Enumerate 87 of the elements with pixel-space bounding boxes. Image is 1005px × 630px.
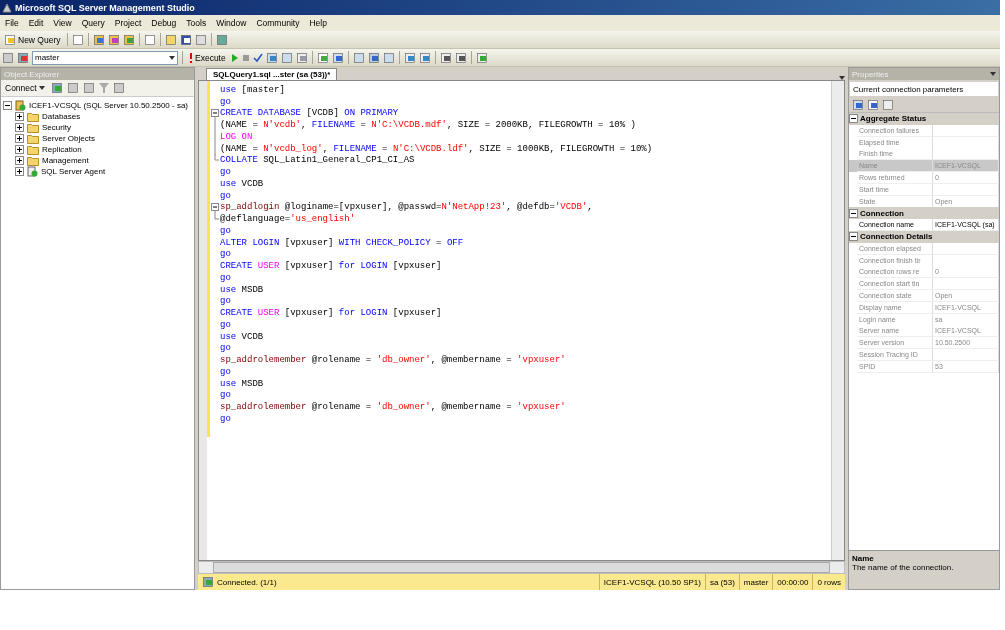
menu-item[interactable]: Query: [76, 18, 110, 28]
menu-item[interactable]: View: [48, 18, 77, 28]
section-title: Connection Details: [860, 232, 933, 242]
description-text: The name of the connection.: [852, 563, 955, 572]
menu-item[interactable]: File: [0, 18, 24, 28]
vertical-scrollbar[interactable]: [831, 81, 844, 560]
tree-item[interactable]: ICEF1-VCSQL (SQL Server 10.50.2500 - sa): [29, 101, 189, 110]
status-cell: ICEF1-VCSQL (10.50 SP1): [598, 574, 705, 590]
tree-item[interactable]: Databases: [42, 112, 81, 121]
execute-button[interactable]: Execute: [187, 50, 228, 65]
agent-icon: [27, 166, 38, 177]
code-line: go: [220, 272, 231, 283]
code-line: LOG ON: [220, 131, 253, 142]
code-line: @deflanguage='us_english': [220, 214, 356, 225]
code-line: go: [220, 190, 231, 201]
database-dropdown[interactable]: master: [32, 50, 178, 65]
tree-item[interactable]: Management: [42, 156, 89, 165]
expand-icon[interactable]: [15, 134, 24, 143]
code-line: use VCDB: [220, 178, 264, 189]
collapse-icon[interactable]: [849, 114, 858, 124]
collapse-icon[interactable]: [849, 208, 858, 218]
code-line: use [master]: [220, 84, 285, 95]
code-line: use MSDB: [220, 284, 264, 295]
tree-item[interactable]: Replication: [42, 145, 82, 154]
status-cell: 0 rows: [812, 574, 845, 590]
status-cell: 00:00:00: [772, 574, 813, 590]
check-icon[interactable]: [252, 52, 263, 63]
menu-item[interactable]: Help: [304, 18, 332, 28]
expand-icon[interactable]: [15, 167, 24, 176]
code-line: (NAME = N'vcdb', FILENAME = N'C:\VCDB.mdf', SIZE = 2000KB, FILEGROWTH = 10% ): [220, 120, 636, 131]
expand-icon[interactable]: [15, 112, 24, 121]
tree-item[interactable]: SQL Server Agent: [41, 167, 106, 176]
section-title: Aggregate Status: [860, 114, 927, 124]
panel-title: Object Explorer: [4, 69, 60, 79]
code-line: (NAME = N'vcdb_log', FILENAME = N'C:\VCDB.ldf', SIZE = 1000KB, FILEGROWTH = 10%): [220, 143, 653, 154]
caret-icon: [990, 72, 996, 76]
menu-item[interactable]: Community: [251, 18, 305, 28]
code-line: go: [220, 296, 231, 307]
code-line: go: [220, 413, 231, 424]
status-message: Connected. (1/1): [217, 577, 277, 587]
code-line: go: [220, 366, 231, 377]
code-line: go: [220, 96, 231, 107]
code-line: go: [220, 343, 231, 354]
tree-item[interactable]: Server Objects: [42, 134, 95, 143]
code-line: use MSDB: [220, 378, 264, 389]
collapse-icon[interactable]: [3, 101, 12, 110]
tree-item[interactable]: Security: [42, 123, 71, 132]
horizontal-scrollbar[interactable]: [198, 561, 845, 574]
panel-title: Properties: [852, 69, 889, 79]
menu-item[interactable]: Tools: [181, 18, 212, 28]
object-dropdown[interactable]: Current connection parameters: [850, 82, 998, 96]
menu-item[interactable]: Edit: [23, 18, 49, 28]
status-cell: sa (53): [704, 574, 739, 590]
document-tab[interactable]: SQLQuery1.sql ...ster (sa (53))*: [206, 68, 338, 80]
menu-item[interactable]: Project: [109, 18, 147, 28]
exclamation-icon: [189, 52, 193, 63]
expand-icon[interactable]: [15, 156, 24, 165]
code-line: go: [220, 390, 231, 401]
collapse-icon[interactable]: [849, 232, 858, 242]
code-line: go: [220, 249, 231, 260]
server-icon: [15, 100, 26, 111]
app-icon: [2, 2, 12, 13]
code-line: sp_addrolemember @rolename = 'db_owner', @membername = 'vpxuser': [220, 402, 566, 413]
expand-icon[interactable]: [15, 123, 24, 132]
code-line: CREATE DATABASE [VCDB] ON PRIMARY: [220, 108, 399, 119]
code-line: use VCDB: [220, 331, 264, 342]
code-line: COLLATE SQL_Latin1_General_CP1_CI_AS: [220, 155, 415, 166]
menu-item[interactable]: Window: [211, 18, 252, 28]
expand-icon[interactable]: [15, 145, 24, 154]
window-title: Microsoft SQL Server Management Studio: [15, 2, 195, 13]
caret-icon: [169, 55, 175, 60]
section-title: Connection: [860, 208, 904, 218]
filter-icon[interactable]: [98, 83, 109, 93]
menu-item[interactable]: Debug: [146, 18, 182, 28]
code-line: sp_addrolemember @rolename = 'db_owner', @membername = 'vpxuser': [220, 355, 566, 366]
code-line: CREATE USER [vpxuser] for LOGIN [vpxuser]: [220, 261, 442, 272]
code-line: go: [220, 225, 231, 236]
new-query-button[interactable]: New Query: [2, 32, 63, 47]
code-line: ALTER LOGIN [vpxuser] WITH CHECK_POLICY = OFF: [220, 237, 464, 248]
code-line: go: [220, 167, 231, 178]
code-line: sp_addlogin @loginame=[vpxuser], @passwd=N'NetApp!23', @defdb='VCDB',: [220, 202, 593, 213]
caret-icon: [38, 86, 45, 90]
status-cell: master: [738, 574, 773, 590]
code-line: go: [220, 319, 231, 330]
play-icon[interactable]: [230, 52, 239, 63]
description-title: Name: [852, 554, 875, 563]
code-line: CREATE USER [vpxuser] for LOGIN [vpxuser]: [220, 308, 442, 319]
